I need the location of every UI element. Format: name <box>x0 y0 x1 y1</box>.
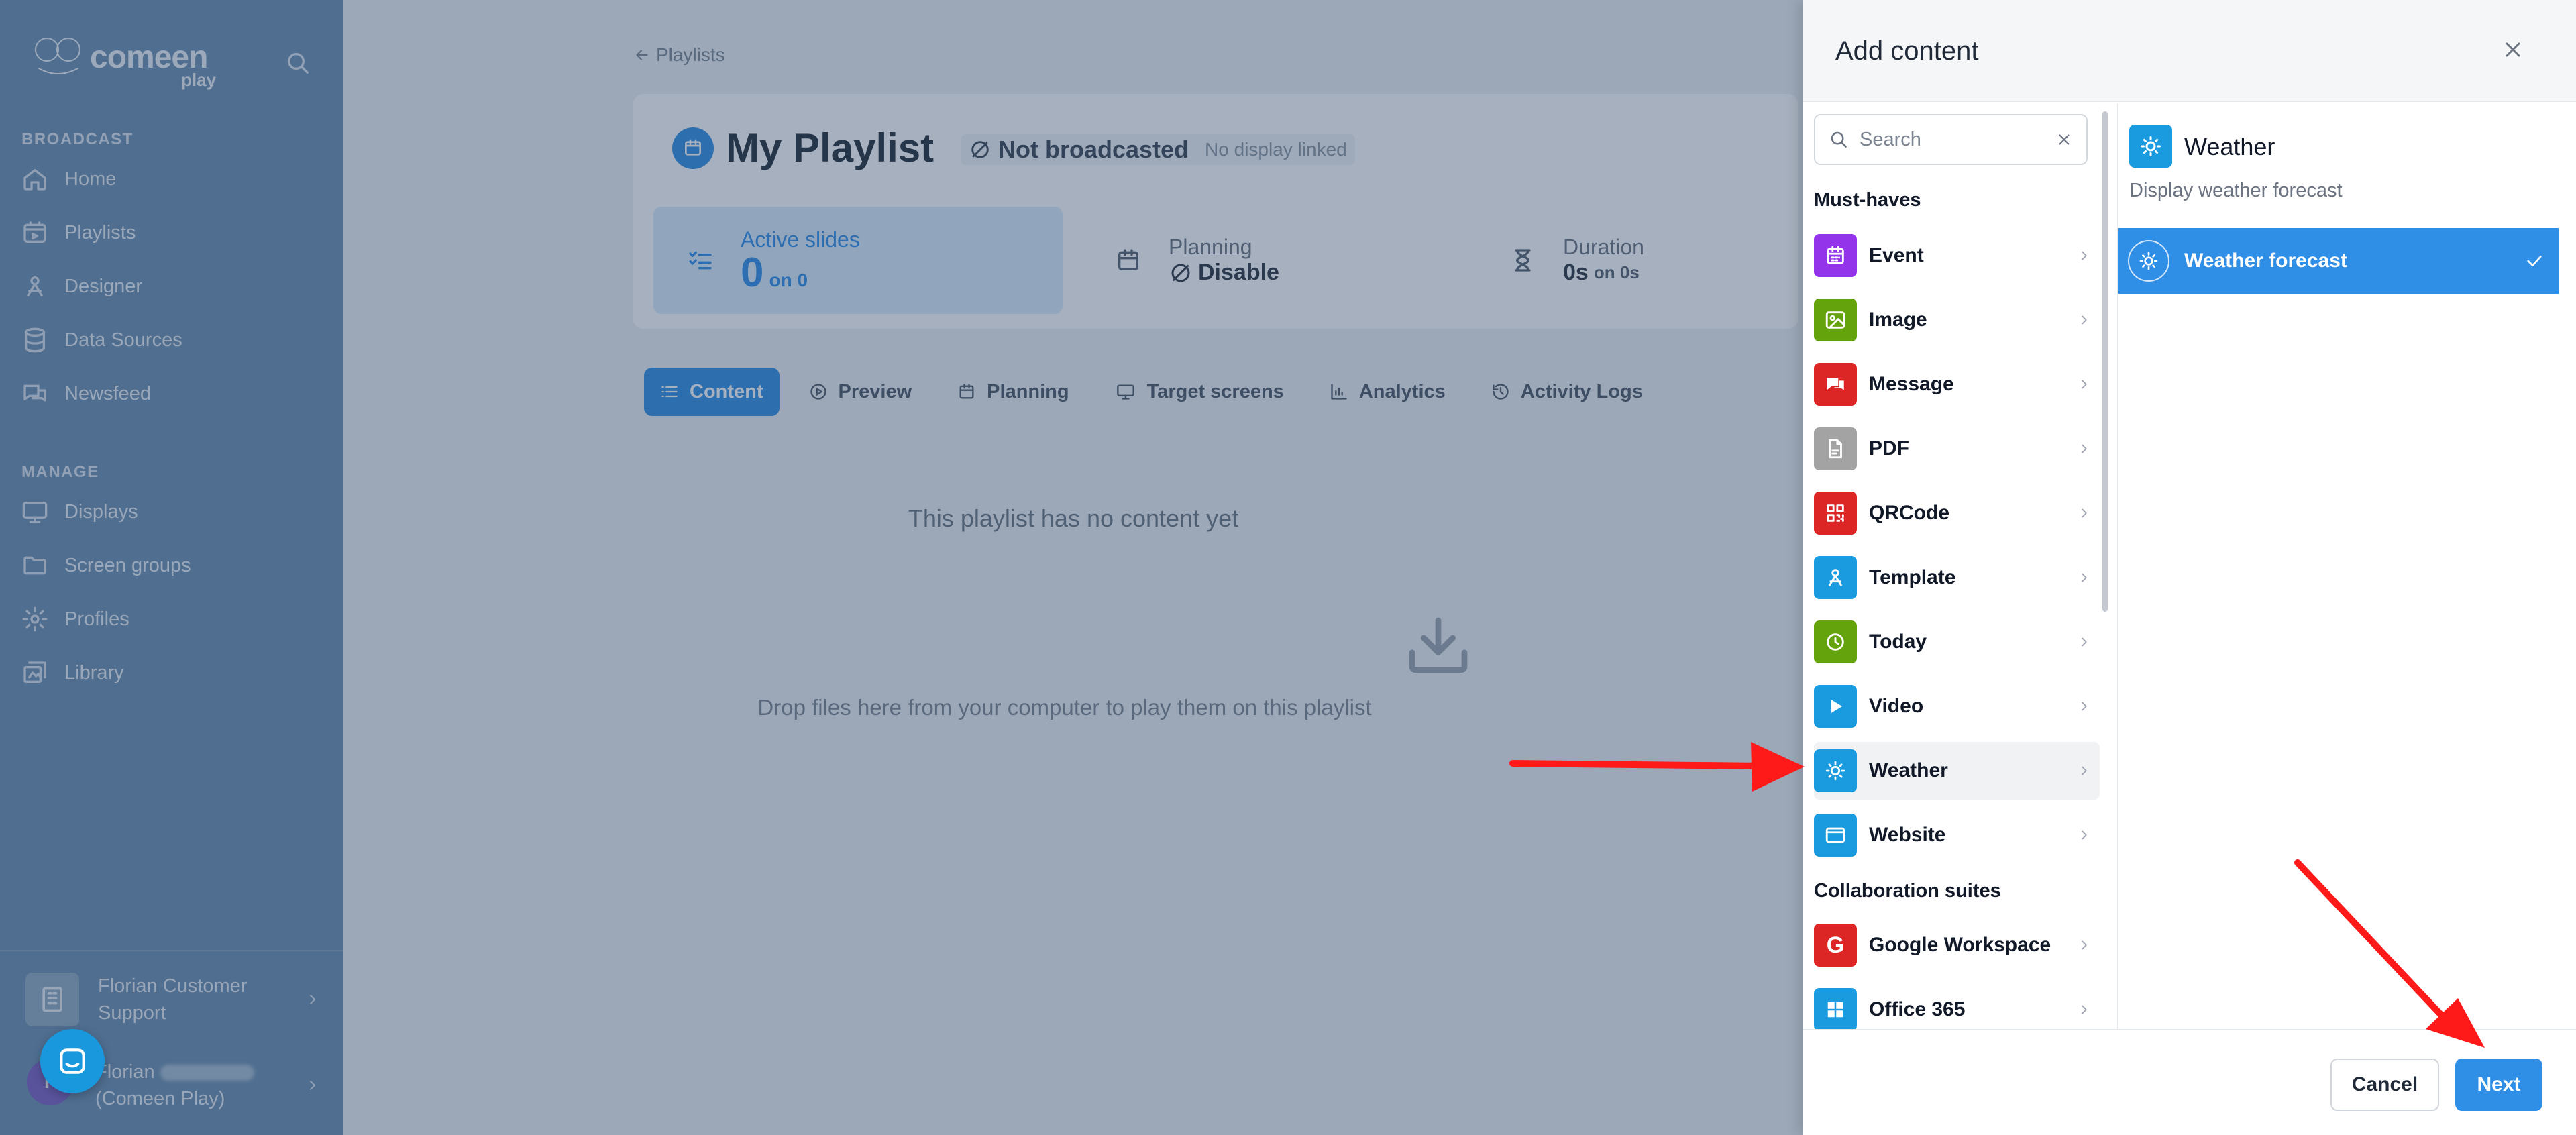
search-field[interactable] <box>1814 114 2088 165</box>
image-icon <box>1814 299 1857 341</box>
next-button[interactable]: Next <box>2455 1059 2542 1111</box>
chevron-right-icon <box>2077 441 2092 456</box>
chevron-right-icon <box>2077 938 2092 953</box>
group-collaboration-suites: Collaboration suites <box>1814 880 2001 902</box>
content-item-message[interactable]: Message <box>1814 356 2100 413</box>
calendar-icon <box>1814 234 1857 277</box>
chevron-right-icon <box>2077 699 2092 714</box>
content-item-google-workspace[interactable]: G Google Workspace <box>1814 916 2100 974</box>
clock-icon <box>1814 620 1857 663</box>
content-item-office-365[interactable]: Office 365 <box>1814 981 2100 1029</box>
chevron-right-icon <box>2077 763 2092 778</box>
modal-backdrop[interactable] <box>0 0 1803 1135</box>
office-icon <box>1814 988 1857 1029</box>
chevron-right-icon <box>2077 635 2092 649</box>
content-item-label: Template <box>1869 566 1956 588</box>
content-item-label: Weather <box>1869 759 1948 781</box>
content-item-today[interactable]: Today <box>1814 613 2100 671</box>
content-item-label: Image <box>1869 309 1927 331</box>
content-detail-pane: Weather Display weather forecast Weather… <box>2118 103 2576 1029</box>
google-icon: G <box>1814 924 1857 967</box>
content-item-label: Event <box>1869 244 1924 266</box>
content-item-video[interactable]: Video <box>1814 678 2100 735</box>
content-item-website[interactable]: Website <box>1814 806 2100 864</box>
support-chat-button[interactable] <box>40 1029 105 1093</box>
chat-icon <box>1814 363 1857 406</box>
sun-icon <box>1814 749 1857 792</box>
chevron-right-icon <box>2077 248 2092 263</box>
content-item-label: Message <box>1869 373 1954 395</box>
chevron-right-icon <box>2077 377 2092 392</box>
content-item-qrcode[interactable]: QRCode <box>1814 484 2100 542</box>
chevron-right-icon <box>2077 506 2092 521</box>
content-item-label: Video <box>1869 695 1924 717</box>
content-item-weather[interactable]: Weather <box>1814 742 2100 800</box>
check-icon <box>2524 250 2545 272</box>
qrcode-icon <box>1814 492 1857 535</box>
sun-icon <box>2129 125 2172 168</box>
pdf-icon <box>1814 427 1857 470</box>
content-item-label: QRCode <box>1869 502 1949 524</box>
chevron-right-icon <box>2077 828 2092 843</box>
close-icon[interactable] <box>2501 38 2525 62</box>
browser-icon <box>1814 814 1857 857</box>
list-scrollbar[interactable] <box>2102 111 2108 612</box>
sun-icon <box>2128 240 2169 282</box>
play-icon <box>1814 685 1857 728</box>
panel-header: Add content <box>1803 0 2576 102</box>
detail-description: Display weather forecast <box>2129 180 2343 201</box>
content-item-template[interactable]: Template <box>1814 549 2100 606</box>
chevron-right-icon <box>2077 313 2092 327</box>
content-item-label: Office 365 <box>1869 998 1966 1020</box>
content-item-label: Today <box>1869 631 1927 653</box>
panel-title: Add content <box>1835 36 1979 66</box>
content-item-pdf[interactable]: PDF <box>1814 420 2100 478</box>
template-icon <box>1814 556 1857 599</box>
content-item-image[interactable]: Image <box>1814 291 2100 349</box>
search-input[interactable] <box>1860 128 2041 151</box>
detail-title: Weather <box>2184 133 2275 160</box>
chevron-right-icon <box>2077 1002 2092 1017</box>
clear-icon[interactable] <box>2055 131 2073 148</box>
cancel-button[interactable]: Cancel <box>2330 1059 2439 1111</box>
search-icon <box>1829 129 1849 150</box>
panel-footer: Cancel Next <box>1803 1029 2576 1135</box>
add-content-panel: Add content Must-haves Event Image Messa… <box>1803 0 2576 1135</box>
option-weather-forecast[interactable]: Weather forecast <box>2118 228 2559 294</box>
content-item-label: Website <box>1869 824 1946 846</box>
group-must-haves: Must-haves <box>1814 189 1921 211</box>
content-item-label: Google Workspace <box>1869 934 2051 956</box>
content-item-event[interactable]: Event <box>1814 227 2100 284</box>
content-type-list: Must-haves Event Image Message PDF QRCod… <box>1803 103 2117 1029</box>
chevron-right-icon <box>2077 570 2092 585</box>
option-label: Weather forecast <box>2184 250 2347 272</box>
content-item-label: PDF <box>1869 437 1909 460</box>
